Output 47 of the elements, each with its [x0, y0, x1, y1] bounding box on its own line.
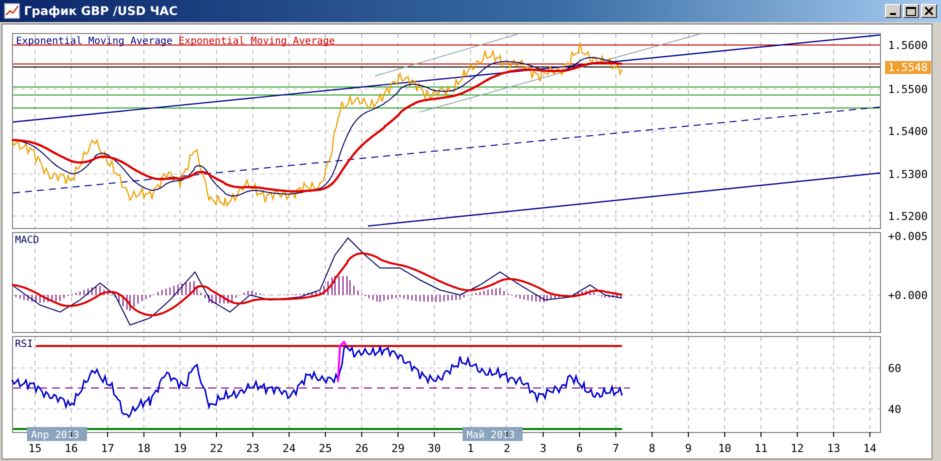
date-label: 16: [64, 442, 78, 455]
date-label: 3: [540, 442, 547, 455]
date-label: 19: [174, 442, 187, 455]
close-icon: [925, 7, 933, 15]
minimize-button[interactable]: [885, 4, 901, 18]
date-label: 1: [467, 442, 474, 455]
maximize-button[interactable]: [903, 4, 919, 18]
axis-label: 60: [888, 362, 902, 375]
date-label: 26: [355, 442, 368, 455]
axis-label: 1.5500: [888, 83, 928, 96]
date-label: 2: [504, 442, 510, 455]
window-title: График GBP /USD ЧАС: [24, 4, 179, 18]
axis-label: 1.5400: [888, 125, 928, 138]
date-label: 7: [612, 442, 620, 455]
date-label: 29: [391, 442, 405, 455]
date-label: 25: [318, 442, 332, 455]
axis-label: +0.005: [888, 230, 928, 243]
close-button[interactable]: [921, 4, 937, 18]
date-label: 14: [863, 442, 877, 455]
maximize-icon: [906, 6, 916, 16]
date-label: 22: [210, 442, 224, 455]
date-label: 12: [790, 442, 804, 455]
axis-label: +0.000: [888, 289, 928, 302]
date-label: 17: [100, 442, 114, 455]
current-price-label: 1.5548: [885, 61, 931, 74]
date-label: 11: [754, 442, 768, 455]
date-label: 6: [576, 442, 583, 455]
panel-label: MACD: [15, 235, 40, 246]
date-label: 18: [137, 442, 151, 455]
rsi-highlight-line: [337, 340, 347, 382]
date-label: 10: [718, 442, 732, 455]
date-label: 8: [648, 442, 656, 455]
chart-legend: Exponential Moving Average Exponential Moving Average: [16, 36, 336, 47]
date-label: 15: [28, 442, 42, 455]
axis-label: 40: [888, 403, 902, 416]
date-label: 24: [282, 442, 296, 455]
axis-label: 1.5200: [888, 210, 928, 223]
axis-label: 1.5300: [888, 168, 928, 181]
date-label: 9: [685, 442, 692, 455]
axis-label: 1.5600: [888, 39, 928, 52]
date-label: 13: [826, 442, 840, 455]
chart-icon: [4, 3, 20, 19]
date-label: 30: [428, 442, 441, 455]
month-label: Май 2013: [462, 427, 523, 441]
panel-label: RSI: [15, 339, 34, 350]
date-label: 23: [246, 442, 260, 455]
month-label: Апр 2013: [27, 427, 87, 441]
